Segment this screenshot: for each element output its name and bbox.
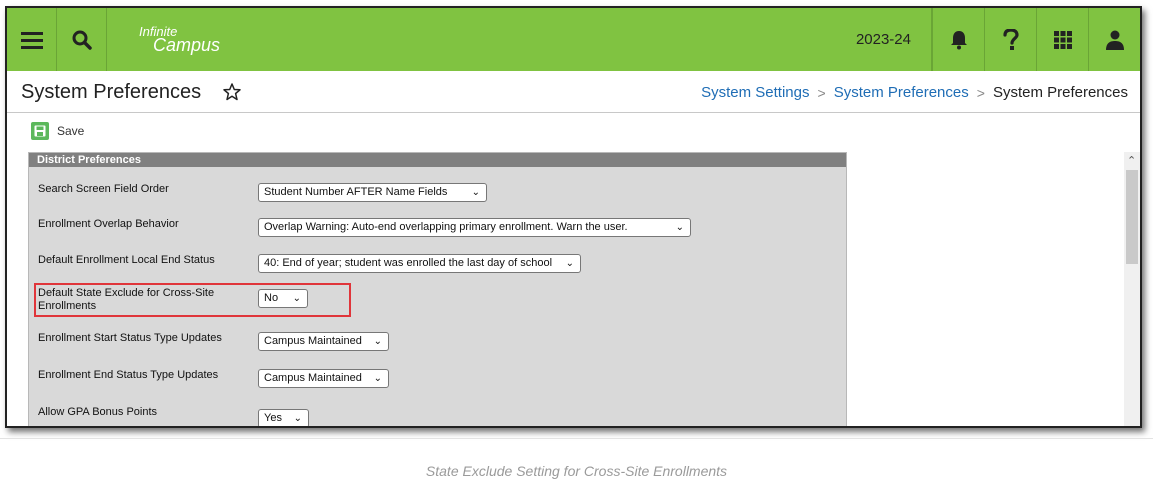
select-value: 40: End of year; student was enrolled th… xyxy=(264,257,553,269)
menu-icon xyxy=(20,31,43,49)
select-value: Student Number AFTER Name Fields xyxy=(264,186,448,198)
apps-button[interactable] xyxy=(1036,8,1088,71)
user-account-button[interactable] xyxy=(1088,8,1140,71)
breadcrumb-current: System Preferences xyxy=(992,84,1128,101)
scroll-up-icon[interactable]: ⌃ xyxy=(1127,154,1136,167)
infinite-campus-logo[interactable]: Infinite Campus xyxy=(139,8,220,71)
allow-gpa-bonus-points-select[interactable]: Yes ⌄ xyxy=(258,409,309,426)
user-icon xyxy=(1105,30,1124,50)
top-navigation-bar: Infinite Campus 2023-24 xyxy=(7,8,1140,71)
preference-label: Default Enrollment Local End Status xyxy=(38,254,215,266)
preference-label: Enrollment Overlap Behavior xyxy=(38,218,179,230)
chevron-down-icon: ⌄ xyxy=(373,336,382,347)
enrollment-overlap-behavior-select[interactable]: Overlap Warning: Auto-end overlapping pr… xyxy=(258,218,691,237)
select-value: Overlap Warning: Auto-end overlapping pr… xyxy=(264,221,628,233)
chevron-down-icon: ⌄ xyxy=(565,258,574,269)
enrollment-start-status-type-updates-select[interactable]: Campus Maintained ⌄ xyxy=(258,332,389,351)
preference-label: Allow GPA Bonus Points xyxy=(38,406,158,418)
save-button[interactable] xyxy=(31,122,49,140)
chevron-down-icon: ⌄ xyxy=(471,187,480,198)
breadcrumb-system-settings[interactable]: System Settings xyxy=(701,84,809,101)
chevron-down-icon: ⌄ xyxy=(293,413,302,424)
select-value: Campus Maintained xyxy=(264,335,362,347)
default-state-exclude-select[interactable]: No ⌄ xyxy=(258,289,308,308)
caption-divider xyxy=(0,438,1153,439)
select-value: Yes xyxy=(264,412,282,424)
page-title: System Preferences xyxy=(21,81,202,103)
scrollbar-thumb[interactable] xyxy=(1126,170,1138,264)
help-icon xyxy=(1002,28,1019,50)
vertical-scrollbar[interactable]: ⌃ xyxy=(1124,152,1140,426)
chevron-down-icon: ⌄ xyxy=(292,293,301,304)
breadcrumb-system-preferences[interactable]: System Preferences xyxy=(834,84,969,101)
search-icon xyxy=(72,30,92,50)
figure-caption: State Exclude Setting for Cross-Site Enr… xyxy=(425,463,728,479)
search-button[interactable] xyxy=(57,8,107,71)
panel-heading: District Preferences xyxy=(29,153,846,167)
menu-button[interactable] xyxy=(7,8,57,71)
district-preferences-panel: District Preferences Search Screen Field… xyxy=(28,152,847,426)
favorite-button[interactable] xyxy=(223,83,241,106)
notifications-button[interactable] xyxy=(932,8,984,71)
select-value: No xyxy=(264,292,279,304)
preference-label: Search Screen Field Order xyxy=(38,183,169,195)
school-year-selector[interactable]: 2023-24 xyxy=(836,8,932,71)
breadcrumb: System Settings > System Preferences > S… xyxy=(701,84,1128,101)
enrollment-end-status-type-updates-select[interactable]: Campus Maintained ⌄ xyxy=(258,369,389,388)
save-icon xyxy=(34,125,46,137)
action-toolbar: Save xyxy=(31,122,84,140)
help-button[interactable] xyxy=(984,8,1036,71)
breadcrumb-separator: > xyxy=(817,84,826,101)
logo-text-campus: Campus xyxy=(153,35,221,55)
star-icon xyxy=(223,83,241,101)
bell-icon xyxy=(950,30,967,49)
default-enrollment-local-end-status-select[interactable]: 40: End of year; student was enrolled th… xyxy=(258,254,581,273)
preference-label: Enrollment End Status Type Updates xyxy=(38,369,219,381)
app-window: Infinite Campus 2023-24 System Preferenc… xyxy=(5,6,1142,428)
save-label[interactable]: Save xyxy=(57,124,84,138)
select-value: Campus Maintained xyxy=(264,372,362,384)
page-header: System Preferences System Settings > Sys… xyxy=(7,71,1140,113)
preference-label: Enrollment Start Status Type Updates xyxy=(38,332,222,344)
apps-grid-icon xyxy=(1053,30,1072,49)
breadcrumb-separator: > xyxy=(976,84,985,101)
chevron-down-icon: ⌄ xyxy=(675,222,684,233)
preference-label: Default State Exclude for Cross-Site Enr… xyxy=(38,287,215,312)
chevron-down-icon: ⌄ xyxy=(373,373,382,384)
search-screen-field-order-select[interactable]: Student Number AFTER Name Fields ⌄ xyxy=(258,183,487,202)
